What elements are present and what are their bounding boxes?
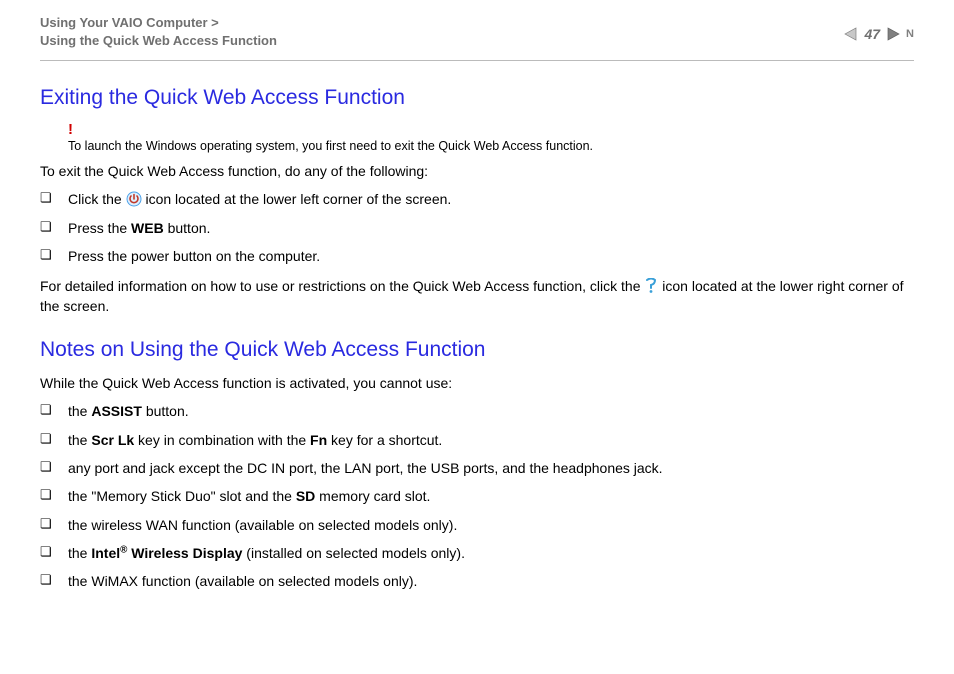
section2-intro: While the Quick Web Access function is a… bbox=[40, 373, 914, 393]
page-navigator: 47 N bbox=[844, 14, 914, 42]
page-header: Using Your VAIO Computer > Using the Qui… bbox=[0, 0, 954, 58]
list-item: Press the power button on the computer. bbox=[40, 246, 914, 266]
text-segment: Wireless Display bbox=[127, 545, 242, 561]
nav-next-icon[interactable] bbox=[886, 27, 900, 41]
text-segment: key for a shortcut. bbox=[327, 432, 442, 448]
breadcrumb-line2: Using the Quick Web Access Function bbox=[40, 32, 277, 50]
text-segment: the "Memory Stick Duo" slot and the bbox=[68, 488, 296, 504]
power-icon bbox=[126, 191, 142, 207]
list-item: the Scr Lk key in combination with the F… bbox=[40, 430, 914, 450]
page-content: Exiting the Quick Web Access Function ! … bbox=[0, 61, 954, 591]
exit-options-list: Click the icon located at the lower left… bbox=[40, 189, 914, 266]
alert-block: ! To launch the Windows operating system… bbox=[68, 122, 914, 155]
page-number: 47 bbox=[864, 26, 880, 42]
list-item: the wireless WAN function (available on … bbox=[40, 515, 914, 535]
text-segment: Intel bbox=[91, 545, 120, 561]
text-segment: key in combination with the bbox=[134, 432, 310, 448]
list-item: the ASSIST button. bbox=[40, 401, 914, 421]
text-segment: the bbox=[68, 545, 91, 561]
text-bold: ASSIST bbox=[91, 403, 142, 419]
help-icon bbox=[644, 278, 658, 294]
text-bold: SD bbox=[296, 488, 315, 504]
list-item: Press the WEB button. bbox=[40, 218, 914, 238]
text-segment: icon located at the lower left corner of… bbox=[145, 191, 451, 207]
list-item: Click the icon located at the lower left… bbox=[40, 189, 914, 209]
text-bold: WEB bbox=[131, 220, 164, 236]
alert-icon: ! bbox=[68, 122, 914, 137]
breadcrumb: Using Your VAIO Computer > Using the Qui… bbox=[40, 14, 277, 50]
text-segment: memory card slot. bbox=[315, 488, 430, 504]
text-segment: Click the bbox=[68, 191, 126, 207]
alert-text: To launch the Windows operating system, … bbox=[68, 139, 593, 153]
text-segment: For detailed information on how to use o… bbox=[40, 278, 644, 294]
nav-prev-icon[interactable] bbox=[844, 27, 858, 41]
text-bold: Intel® Wireless Display bbox=[91, 545, 242, 561]
list-item: any port and jack except the DC IN port,… bbox=[40, 458, 914, 478]
text-segment: the bbox=[68, 432, 91, 448]
nav-n-label: N bbox=[906, 28, 914, 40]
text-segment: the bbox=[68, 403, 91, 419]
section1-detail: For detailed information on how to use o… bbox=[40, 276, 914, 317]
section2-title: Notes on Using the Quick Web Access Func… bbox=[40, 335, 914, 365]
section1-intro: To exit the Quick Web Access function, d… bbox=[40, 161, 914, 181]
text-segment: button. bbox=[164, 220, 211, 236]
breadcrumb-line1: Using Your VAIO Computer > bbox=[40, 14, 277, 32]
list-item: the WiMAX function (available on selecte… bbox=[40, 571, 914, 591]
restrictions-list: the ASSIST button. the Scr Lk key in com… bbox=[40, 401, 914, 591]
text-segment: Press the bbox=[68, 220, 131, 236]
list-item: the Intel® Wireless Display (installed o… bbox=[40, 543, 914, 563]
section1-title: Exiting the Quick Web Access Function bbox=[40, 83, 914, 113]
text-bold: Scr Lk bbox=[91, 432, 134, 448]
list-item: the "Memory Stick Duo" slot and the SD m… bbox=[40, 486, 914, 506]
text-segment: button. bbox=[142, 403, 189, 419]
text-bold: Fn bbox=[310, 432, 327, 448]
text-segment: (installed on selected models only). bbox=[242, 545, 465, 561]
